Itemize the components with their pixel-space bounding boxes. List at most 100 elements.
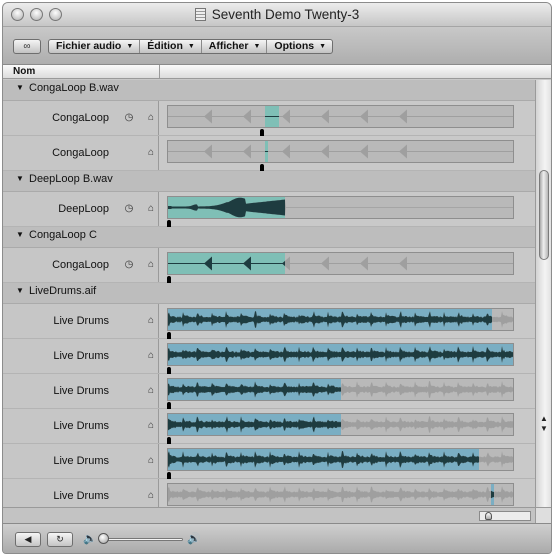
audio-file-list[interactable]: ▼ CongaLoop B.wav CongaLoop ◷ ⌂ CongaLoop ⌂ ▼ De…: [3, 80, 535, 507]
region-row[interactable]: Live Drums ⌂: [3, 479, 535, 507]
region-anchor-marker[interactable]: [260, 129, 264, 136]
column-divider[interactable]: [159, 65, 160, 79]
region-anchor-marker[interactable]: [260, 164, 264, 171]
lock-icon[interactable]: ⌂: [146, 385, 156, 397]
waveform-transient: [399, 144, 407, 159]
scroll-down-arrow-icon[interactable]: ▼: [540, 424, 548, 433]
region-anchor-marker[interactable]: [167, 402, 171, 409]
play-button[interactable]: ◀: [15, 532, 41, 547]
disclosure-triangle-icon[interactable]: ▼: [16, 230, 24, 239]
local-menu-bar: Fichier audio ▼ Édition ▼ Afficher ▼ Option…: [48, 39, 334, 54]
waveform-transient: [204, 109, 212, 124]
region-anchor-marker[interactable]: [167, 276, 171, 283]
menu-afficher[interactable]: Afficher ▼: [202, 40, 268, 53]
waveform-shape: [168, 486, 513, 503]
chevron-down-icon: ▼: [126, 43, 134, 50]
region-row[interactable]: CongaLoop ◷ ⌂: [3, 101, 535, 136]
region-row[interactable]: DeepLoop ◷ ⌂: [3, 192, 535, 227]
waveform-lane[interactable]: [167, 378, 514, 401]
waveform-display: [168, 197, 513, 218]
lock-icon[interactable]: ⌂: [146, 203, 156, 215]
audio-file-row[interactable]: ▼ LiveDrums.aif: [3, 283, 535, 304]
menu-options[interactable]: Options ▼: [267, 40, 332, 53]
disclosure-triangle-icon[interactable]: ▼: [16, 286, 24, 295]
scroll-up-arrow-icon[interactable]: ▲: [540, 414, 548, 423]
lock-icon[interactable]: ⌂: [146, 259, 156, 271]
disclosure-triangle-icon[interactable]: ▼: [16, 83, 24, 92]
waveform-transient: [204, 144, 212, 159]
audio-file-row[interactable]: ▼ DeepLoop B.wav: [3, 171, 535, 192]
vertical-scroll-thumb[interactable]: [539, 170, 549, 260]
region-anchor-marker[interactable]: [167, 437, 171, 444]
waveform-lane[interactable]: [167, 448, 514, 471]
loop-icon: ↻: [56, 534, 64, 544]
waveform-display: [168, 379, 513, 400]
waveform-transient: [360, 144, 368, 159]
menu-label: Édition: [147, 40, 183, 52]
audio-file-row[interactable]: ▼ CongaLoop C: [3, 227, 535, 248]
name-column-header[interactable]: Nom: [13, 66, 35, 77]
chevron-down-icon: ▼: [319, 43, 327, 50]
lock-icon[interactable]: ⌂: [146, 112, 156, 124]
region-anchor-marker[interactable]: [167, 220, 171, 227]
column-header[interactable]: Nom: [3, 65, 551, 79]
volume-slider[interactable]: [103, 538, 183, 541]
waveform-lane[interactable]: [167, 196, 514, 219]
audio-file-name: DeepLoop B.wav: [29, 173, 113, 185]
region-row[interactable]: Live Drums ⌂: [3, 409, 535, 444]
waveform-transient: [282, 144, 290, 159]
lock-icon[interactable]: ⌂: [146, 490, 156, 502]
lock-icon[interactable]: ⌂: [146, 350, 156, 362]
waveform-lane[interactable]: [167, 343, 514, 366]
waveform-transient: [321, 109, 329, 124]
audio-file-name: LiveDrums.aif: [29, 285, 97, 297]
waveform-lane[interactable]: [167, 413, 514, 436]
waveform-zoom-slider[interactable]: [479, 511, 531, 521]
waveform-lane[interactable]: [167, 140, 514, 163]
region-row[interactable]: Live Drums ⌂: [3, 339, 535, 374]
window-resize-grip[interactable]: [535, 507, 551, 523]
link-icon: ∞: [23, 41, 31, 52]
region-anchor-marker[interactable]: [167, 332, 171, 339]
lock-icon[interactable]: ⌂: [146, 147, 156, 159]
horizontal-zoom-strip: [3, 507, 535, 523]
waveform-transient: [360, 256, 368, 271]
audio-file-row[interactable]: ▼ CongaLoop B.wav: [3, 80, 535, 101]
region-anchor-marker[interactable]: [167, 367, 171, 374]
waveform-lane[interactable]: [167, 105, 514, 128]
waveform-transient: [282, 109, 290, 124]
region-name: Live Drums: [53, 315, 109, 327]
waveform-zoom-knob[interactable]: [485, 512, 492, 520]
cycle-button[interactable]: ↻: [47, 532, 73, 547]
lock-icon[interactable]: ⌂: [146, 315, 156, 327]
region-row[interactable]: Live Drums ⌂: [3, 374, 535, 409]
lock-icon[interactable]: ⌂: [146, 420, 156, 432]
waveform-lane[interactable]: [167, 483, 514, 506]
loop-icon: ◷: [124, 112, 134, 123]
vertical-scrollbar[interactable]: ▲ ▼: [535, 80, 551, 507]
region-anchor-marker[interactable]: [167, 472, 171, 479]
waveform-transient: [243, 144, 251, 159]
region-name: Live Drums: [53, 490, 109, 502]
play-icon: ◀: [24, 534, 32, 544]
region-row[interactable]: CongaLoop ◷ ⌂: [3, 248, 535, 283]
region-row[interactable]: Live Drums ⌂: [3, 304, 535, 339]
link-button[interactable]: ∞: [13, 39, 41, 54]
waveform-transient: [399, 256, 407, 271]
title-bar: Seventh Demo Twenty-3: [3, 3, 551, 27]
toolbar: ∞ Fichier audio ▼ Édition ▼ Afficher ▼ Opti…: [3, 27, 551, 65]
menu-label: Afficher: [208, 40, 249, 52]
lock-icon[interactable]: ⌂: [146, 455, 156, 467]
menu-fichier-audio[interactable]: Fichier audio ▼: [49, 40, 141, 53]
waveform-lane[interactable]: [167, 308, 514, 331]
volume-knob[interactable]: [98, 533, 109, 544]
region-row[interactable]: Live Drums ⌂: [3, 444, 535, 479]
disclosure-triangle-icon[interactable]: ▼: [16, 174, 24, 183]
waveform-transient: [360, 109, 368, 124]
waveform-transient: [243, 109, 251, 124]
region-name: Live Drums: [53, 420, 109, 432]
menu-edition[interactable]: Édition ▼: [140, 40, 202, 53]
waveform-lane[interactable]: [167, 252, 514, 275]
region-row[interactable]: CongaLoop ⌂: [3, 136, 535, 171]
region-name: DeepLoop: [58, 203, 109, 215]
